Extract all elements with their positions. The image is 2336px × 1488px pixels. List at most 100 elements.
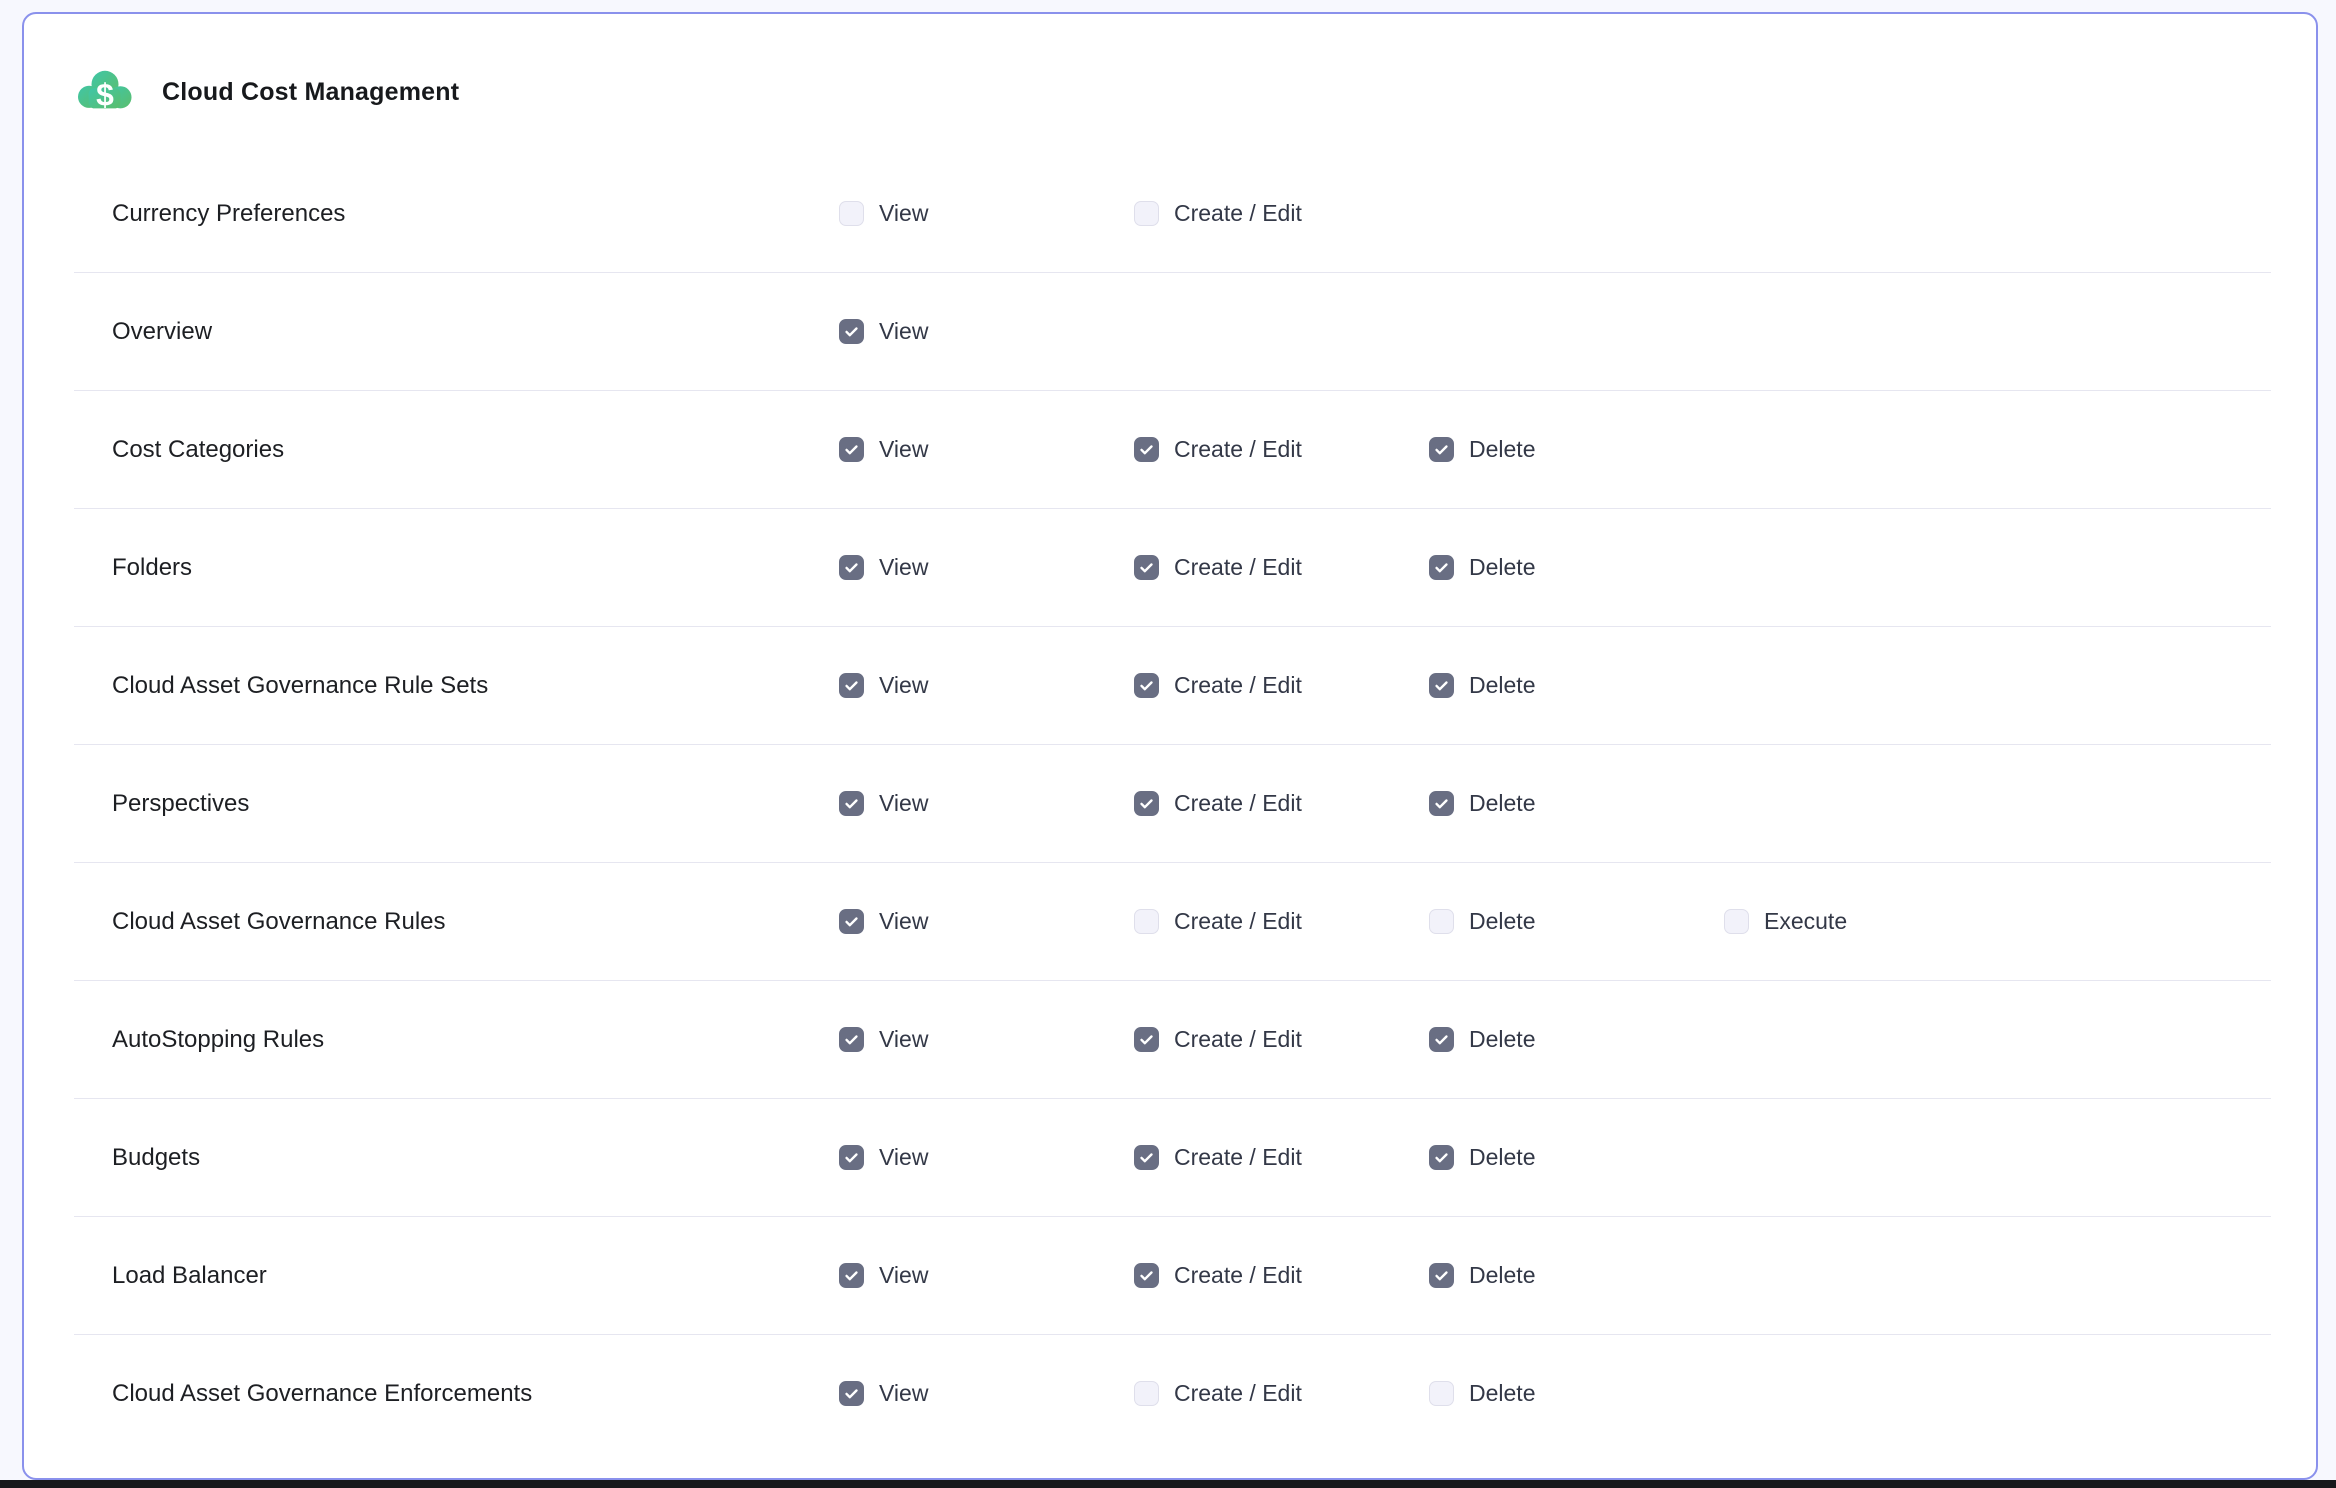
checkbox-view[interactable] xyxy=(839,791,864,816)
checkbox-label-create-edit[interactable]: Create / Edit xyxy=(1174,200,1302,227)
checkbox-delete[interactable] xyxy=(1429,909,1454,934)
permission-cell-create-edit: Create / Edit xyxy=(1134,1026,1429,1053)
permission-cell-create-edit: Create / Edit xyxy=(1134,1144,1429,1171)
permission-cell-create-edit: Create / Edit xyxy=(1134,554,1429,581)
checkbox-delete[interactable] xyxy=(1429,1263,1454,1288)
module-header: $ Cloud Cost Management xyxy=(24,14,2316,118)
permission-row-perspectives: Perspectives View Create / Edit Delete xyxy=(24,745,2316,862)
checkmark-icon xyxy=(1138,1267,1155,1284)
permission-rows: Currency Preferences View Create / Edit Ove… xyxy=(24,155,2316,1452)
checkmark-icon xyxy=(843,1385,860,1402)
checkbox-create-edit[interactable] xyxy=(1134,555,1159,580)
checkbox-label-delete[interactable]: Delete xyxy=(1469,672,1535,699)
checkbox-view[interactable] xyxy=(839,319,864,344)
checkbox-label-view[interactable]: View xyxy=(879,200,928,227)
checkbox-view[interactable] xyxy=(839,555,864,580)
checkbox-label-delete[interactable]: Delete xyxy=(1469,1380,1535,1407)
checkbox-create-edit[interactable] xyxy=(1134,201,1159,226)
permission-cell-view: View xyxy=(839,200,1134,227)
checkbox-delete[interactable] xyxy=(1429,555,1454,580)
checkbox-label-delete[interactable]: Delete xyxy=(1469,436,1535,463)
checkbox-label-create-edit[interactable]: Create / Edit xyxy=(1174,790,1302,817)
permission-row-overview: OverviewView xyxy=(24,273,2316,390)
checkbox-label-create-edit[interactable]: Create / Edit xyxy=(1174,1144,1302,1171)
resource-name: Cloud Asset Governance Enforcements xyxy=(112,1380,839,1408)
checkbox-label-delete[interactable]: Delete xyxy=(1469,1026,1535,1053)
checkbox-label-create-edit[interactable]: Create / Edit xyxy=(1174,1262,1302,1289)
checkbox-delete[interactable] xyxy=(1429,437,1454,462)
checkbox-create-edit[interactable] xyxy=(1134,1263,1159,1288)
checkbox-delete[interactable] xyxy=(1429,673,1454,698)
permission-cell-delete: Delete xyxy=(1429,1026,1724,1053)
checkbox-create-edit[interactable] xyxy=(1134,791,1159,816)
checkmark-icon xyxy=(1433,559,1450,576)
permission-cell-delete: Delete xyxy=(1429,436,1724,463)
checkbox-label-delete[interactable]: Delete xyxy=(1469,908,1535,935)
resource-name: Folders xyxy=(112,554,839,582)
checkbox-label-create-edit[interactable]: Create / Edit xyxy=(1174,436,1302,463)
checkbox-label-view[interactable]: View xyxy=(879,1380,928,1407)
checkbox-create-edit[interactable] xyxy=(1134,673,1159,698)
checkbox-view[interactable] xyxy=(839,1027,864,1052)
permission-cell-delete: Delete xyxy=(1429,1262,1724,1289)
checkbox-delete[interactable] xyxy=(1429,1381,1454,1406)
checkbox-label-create-edit[interactable]: Create / Edit xyxy=(1174,908,1302,935)
checkbox-label-view[interactable]: View xyxy=(879,1144,928,1171)
permission-row-load-balancer: Load Balancer View Create / Edit Delete xyxy=(24,1217,2316,1334)
checkbox-label-create-edit[interactable]: Create / Edit xyxy=(1174,672,1302,699)
bottom-edge-strip xyxy=(0,1480,2336,1488)
permission-cell-view: View xyxy=(839,1262,1134,1289)
resource-name: Perspectives xyxy=(112,790,839,818)
checkbox-label-delete[interactable]: Delete xyxy=(1469,790,1535,817)
checkbox-view[interactable] xyxy=(839,437,864,462)
checkbox-delete[interactable] xyxy=(1429,1027,1454,1052)
permission-cell-create-edit: Create / Edit xyxy=(1134,672,1429,699)
resource-name: Cost Categories xyxy=(112,436,839,464)
checkbox-create-edit[interactable] xyxy=(1134,1381,1159,1406)
checkbox-label-view[interactable]: View xyxy=(879,908,928,935)
checkmark-icon xyxy=(1433,1149,1450,1166)
checkbox-label-execute[interactable]: Execute xyxy=(1764,908,1847,935)
checkbox-label-view[interactable]: View xyxy=(879,436,928,463)
checkbox-label-delete[interactable]: Delete xyxy=(1469,1262,1535,1289)
checkmark-icon xyxy=(1138,1149,1155,1166)
checkmark-icon xyxy=(843,323,860,340)
checkbox-view[interactable] xyxy=(839,673,864,698)
svg-text:$: $ xyxy=(96,77,114,113)
checkbox-label-delete[interactable]: Delete xyxy=(1469,554,1535,581)
checkbox-label-view[interactable]: View xyxy=(879,1262,928,1289)
checkbox-delete[interactable] xyxy=(1429,791,1454,816)
checkbox-view[interactable] xyxy=(839,1145,864,1170)
checkbox-label-view[interactable]: View xyxy=(879,318,928,345)
checkmark-icon xyxy=(1433,1267,1450,1284)
checkbox-label-view[interactable]: View xyxy=(879,554,928,581)
permission-row-folders: Folders View Create / Edit Delete xyxy=(24,509,2316,626)
checkmark-icon xyxy=(843,1267,860,1284)
checkbox-view[interactable] xyxy=(839,1381,864,1406)
permission-cell-view: View xyxy=(839,318,1134,345)
checkbox-label-view[interactable]: View xyxy=(879,790,928,817)
checkbox-label-view[interactable]: View xyxy=(879,1026,928,1053)
checkmark-icon xyxy=(843,913,860,930)
checkbox-execute[interactable] xyxy=(1724,909,1749,934)
checkbox-label-delete[interactable]: Delete xyxy=(1469,1144,1535,1171)
checkbox-create-edit[interactable] xyxy=(1134,909,1159,934)
checkbox-label-create-edit[interactable]: Create / Edit xyxy=(1174,554,1302,581)
checkbox-delete[interactable] xyxy=(1429,1145,1454,1170)
permission-cell-create-edit: Create / Edit xyxy=(1134,1380,1429,1407)
checkbox-label-create-edit[interactable]: Create / Edit xyxy=(1174,1026,1302,1053)
checkbox-create-edit[interactable] xyxy=(1134,1145,1159,1170)
permission-cell-view: View xyxy=(839,672,1134,699)
checkbox-create-edit[interactable] xyxy=(1134,437,1159,462)
checkbox-view[interactable] xyxy=(839,1263,864,1288)
permission-cell-create-edit: Create / Edit xyxy=(1134,790,1429,817)
checkbox-view[interactable] xyxy=(839,201,864,226)
permission-cell-view: View xyxy=(839,436,1134,463)
checkbox-view[interactable] xyxy=(839,909,864,934)
checkbox-create-edit[interactable] xyxy=(1134,1027,1159,1052)
resource-name: Currency Preferences xyxy=(112,200,839,228)
checkmark-icon xyxy=(1433,795,1450,812)
checkbox-label-create-edit[interactable]: Create / Edit xyxy=(1174,1380,1302,1407)
checkbox-label-view[interactable]: View xyxy=(879,672,928,699)
resource-name: Load Balancer xyxy=(112,1262,839,1290)
